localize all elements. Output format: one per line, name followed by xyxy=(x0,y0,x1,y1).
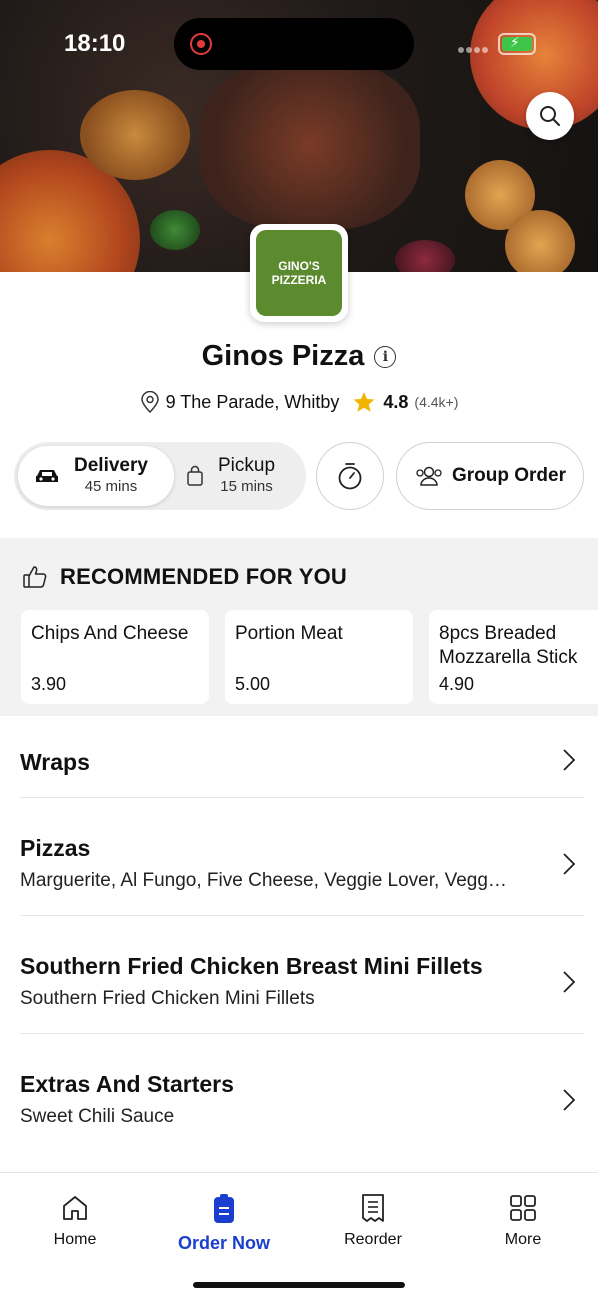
category-row-chicken-fillets[interactable]: Southern Fried Chicken Breast Mini Fille… xyxy=(20,916,584,1034)
info-icon[interactable]: i xyxy=(374,345,397,368)
restaurant-name: Ginos Pizza xyxy=(201,340,365,372)
signal-icon xyxy=(458,40,492,53)
delivery-time: 45 mins xyxy=(84,478,138,495)
tab-label: More xyxy=(504,1231,542,1248)
logo-text-line1: GINO'S xyxy=(278,259,320,273)
pickup-option[interactable]: Pickup 15 mins xyxy=(182,446,302,506)
location-pin-icon xyxy=(140,391,159,413)
group-icon xyxy=(416,466,442,486)
category-name: Pizzas xyxy=(20,835,91,861)
schedule-button[interactable] xyxy=(316,442,384,510)
group-order-button[interactable]: Group Order xyxy=(396,442,584,510)
category-row-extras[interactable]: Extras And Starters Sweet Chili Sauce xyxy=(20,1034,584,1126)
category-name: Wraps xyxy=(20,749,90,775)
recommended-item-name: 8pcs Breaded Mozzarella Stick xyxy=(439,623,578,668)
restaurant-address: 9 The Parade, Whitby xyxy=(165,391,340,412)
receipt-icon xyxy=(362,1194,384,1222)
recommended-item-price: 3.90 xyxy=(31,674,67,694)
group-order-label: Group Order xyxy=(451,465,566,486)
recommended-item-price: 5.00 xyxy=(235,674,271,694)
screen-recording-icon xyxy=(190,33,212,55)
recommended-item-name: Chips And Cheese xyxy=(31,623,189,644)
car-icon xyxy=(36,470,58,482)
thumbs-up-icon xyxy=(23,566,47,588)
restaurant-meta: 9 The Parade, Whitby 4.8 (4.4k+) xyxy=(0,390,598,414)
recommended-header: RECOMMENDED FOR YOU xyxy=(22,564,347,590)
recommended-item-price: 4.90 xyxy=(439,674,475,694)
home-icon xyxy=(63,1196,87,1220)
tab-label: Order Now xyxy=(177,1233,270,1253)
recommended-title: RECOMMENDED FOR YOU xyxy=(60,564,347,589)
chevron-right-icon xyxy=(563,853,576,875)
recommended-item[interactable]: Portion Meat 5.00 xyxy=(225,610,413,704)
delivery-option[interactable]: Delivery 45 mins xyxy=(18,446,174,506)
search-icon xyxy=(540,106,560,126)
order-icon xyxy=(214,1194,234,1223)
review-count: (4.4k+) xyxy=(414,394,459,410)
stopwatch-icon xyxy=(338,463,362,490)
category-description: Southern Fried Chicken Mini Fillets xyxy=(20,988,315,1009)
tab-reorder[interactable]: Reorder xyxy=(313,1193,433,1249)
tab-more[interactable]: More xyxy=(463,1193,583,1249)
category-name: Southern Fried Chicken Breast Mini Fille… xyxy=(20,953,483,979)
recommended-item[interactable]: Chips And Cheese 3.90 xyxy=(21,610,209,704)
pickup-label: Pickup xyxy=(218,455,276,476)
order-type-toggle: Delivery 45 mins Pickup 15 mins xyxy=(14,442,306,510)
home-indicator[interactable] xyxy=(193,1282,405,1288)
tab-home[interactable]: Home xyxy=(15,1193,135,1249)
grid-icon xyxy=(510,1195,536,1221)
recommended-section: RECOMMENDED FOR YOU Chips And Cheese 3.9… xyxy=(0,538,598,716)
restaurant-title-row: Ginos Pizza i xyxy=(0,340,598,373)
tab-label: Home xyxy=(53,1231,97,1248)
battery-icon xyxy=(498,33,536,55)
pickup-time: 15 mins xyxy=(220,478,273,495)
star-icon xyxy=(353,392,375,412)
shopping-bag-icon xyxy=(187,465,203,486)
logo-text-line2: PIZZERIA xyxy=(271,273,327,287)
chevron-right-icon xyxy=(563,971,576,993)
tab-label: Reorder xyxy=(344,1231,402,1248)
search-button[interactable] xyxy=(526,92,574,140)
category-row-pizzas[interactable]: Pizzas Marguerite, Al Fungo, Five Cheese… xyxy=(20,798,584,916)
tab-order-now[interactable]: Order Now xyxy=(164,1193,284,1254)
status-time: 18:10 xyxy=(64,30,126,57)
chevron-right-icon xyxy=(563,749,576,771)
category-description: Sweet Chili Sauce xyxy=(20,1106,175,1126)
bottom-tab-bar: Home Order Now Reorder More xyxy=(0,1172,598,1300)
chevron-right-icon xyxy=(563,1089,576,1111)
delivery-label: Delivery xyxy=(74,455,148,476)
rating-value: 4.8 xyxy=(383,391,409,412)
category-description: Marguerite, Al Fungo, Five Cheese, Veggi… xyxy=(20,870,507,891)
recommended-item[interactable]: 8pcs Breaded Mozzarella Stick 4.90 xyxy=(429,610,598,704)
recommended-item-name: Portion Meat xyxy=(235,623,343,644)
restaurant-logo: GINO'S PIZZERIA xyxy=(250,224,348,322)
category-row-wraps[interactable]: Wraps xyxy=(20,716,584,798)
category-name: Extras And Starters xyxy=(20,1071,234,1097)
